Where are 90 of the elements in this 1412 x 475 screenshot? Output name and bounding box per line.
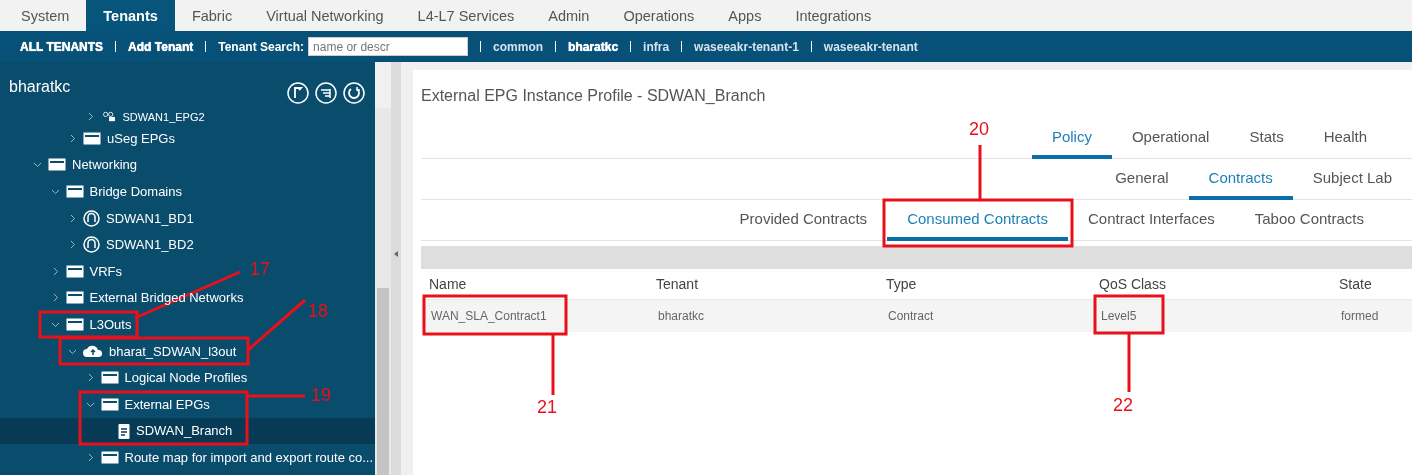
folder-icon — [100, 450, 119, 464]
tab[interactable]: Stats — [1229, 118, 1304, 159]
tenant-link[interactable]: Add Tenant — [128, 39, 194, 54]
leader-line — [1127, 333, 1131, 392]
search-field[interactable]: name or descr — [308, 37, 469, 56]
callout-number: 19 — [311, 385, 332, 405]
leader-line — [978, 145, 982, 200]
folder-icon — [65, 264, 84, 278]
nav-tab[interactable]: Apps — [711, 0, 779, 31]
folder-icon — [83, 131, 101, 145]
tab[interactable]: Taboo Contracts — [1234, 200, 1384, 241]
tree-item[interactable]: External EPGs — [85, 396, 210, 412]
table-cell: WAN_SLA_Contract1 — [421, 299, 648, 332]
tab[interactable]: Contracts — [1188, 159, 1293, 200]
leader-line — [551, 334, 555, 395]
tenant-link[interactable]: waseeakr-tenant-1 — [694, 39, 799, 54]
nav-tab[interactable]: System — [4, 0, 87, 31]
chevron-right-icon[interactable] — [68, 240, 77, 250]
tree-item[interactable]: Logical Node Profiles — [85, 370, 248, 386]
folder-icon — [100, 371, 119, 385]
tab[interactable]: Operational — [1111, 118, 1230, 159]
callout-number: 18 — [308, 301, 329, 321]
tenant-link[interactable]: bharatkc — [568, 39, 619, 54]
chevron-right-icon[interactable] — [68, 133, 77, 143]
table-cell: Contract — [878, 299, 1091, 332]
callout-number: 20 — [969, 119, 990, 139]
scrollbar[interactable] — [375, 108, 391, 475]
column-header: Type — [885, 275, 918, 294]
callout-number: 17 — [250, 259, 271, 279]
folder-icon — [65, 317, 84, 331]
tenant-link[interactable]: waseeakr-tenant — [823, 39, 918, 54]
tree-item[interactable]: SDWAN1_BD2 — [68, 236, 194, 254]
tab[interactable]: Consumed Contracts — [887, 200, 1069, 241]
tree-item[interactable]: Networking — [33, 157, 138, 173]
column-header: Tenant — [655, 275, 700, 294]
collapse-arrow-icon[interactable] — [394, 250, 398, 257]
table-cell: formed — [1331, 299, 1412, 332]
nav-tab[interactable]: Integrations — [778, 0, 889, 31]
tree-item[interactable]: Route map for import and export route co... — [85, 449, 374, 465]
nav-tab[interactable]: Fabric — [174, 0, 250, 31]
tenant-link[interactable]: ALL TENANTS — [20, 39, 104, 54]
tab[interactable]: General — [1095, 159, 1189, 200]
refresh-icon[interactable] — [343, 82, 365, 104]
leader-line — [247, 298, 306, 352]
nav-tab[interactable]: Admin — [531, 0, 607, 31]
nav-tab[interactable]: Operations — [606, 0, 712, 31]
folder-icon — [65, 185, 84, 198]
search-label: Tenant Search: — [218, 39, 305, 54]
chevron-down-icon[interactable] — [33, 160, 42, 170]
flag-icon[interactable] — [287, 82, 309, 104]
tenant-link[interactable]: common — [493, 39, 544, 54]
list-icon[interactable] — [315, 82, 337, 104]
folder-icon — [65, 291, 84, 305]
tree-item[interactable]: SDWAN_Branch — [103, 422, 233, 439]
tab[interactable]: Provided Contracts — [719, 200, 888, 241]
bridge-domain-icon — [83, 236, 100, 254]
folder-icon — [100, 397, 119, 411]
tree-item[interactable]: L3Outs — [50, 316, 132, 332]
tab[interactable]: Subject Lab — [1292, 159, 1412, 200]
panel-title: External EPG Instance Profile - SDWAN_Branch — [421, 86, 767, 106]
tree-item[interactable]: Bridge Domains — [50, 184, 182, 199]
tenant-link[interactable]: infra — [643, 39, 670, 54]
tree-item[interactable]: bharat_SDWAN_l3out — [68, 343, 237, 359]
nav-tab[interactable]: Tenants — [86, 0, 175, 31]
leader-line — [247, 394, 305, 398]
tab[interactable]: Health — [1303, 118, 1387, 159]
tree-item[interactable]: SDWAN1_BD1 — [68, 209, 194, 227]
nav-tab[interactable]: L4-L7 Services — [400, 0, 532, 31]
tree-item[interactable]: SDWAN1_EPG2 — [85, 110, 205, 123]
table-cell: bharatkc — [648, 299, 878, 332]
column-header: Name — [428, 275, 468, 294]
people-icon — [100, 111, 117, 122]
column-header: State — [1338, 275, 1373, 294]
chevron-right-icon[interactable] — [68, 213, 77, 223]
bridge-domain-icon — [83, 209, 100, 227]
tree-item[interactable]: VRFs — [50, 263, 122, 279]
tree-item[interactable]: uSeg EPGs — [68, 130, 175, 146]
tab[interactable]: Contract Interfaces — [1068, 200, 1235, 241]
callout-number: 21 — [537, 397, 558, 417]
sidebar-title: bharatkc — [9, 78, 71, 96]
callout-number: 22 — [1113, 395, 1134, 415]
tab[interactable]: Policy — [1031, 118, 1112, 159]
nav-tab[interactable]: Virtual Networking — [249, 0, 401, 31]
highlight-frame — [1093, 294, 1165, 335]
table-cell: Level5 — [1091, 299, 1331, 332]
cloud-icon — [83, 344, 103, 359]
document-icon — [118, 422, 130, 439]
chevron-down-icon[interactable] — [50, 187, 60, 196]
column-header: QoS Class — [1098, 275, 1167, 294]
folder-icon — [48, 158, 66, 172]
